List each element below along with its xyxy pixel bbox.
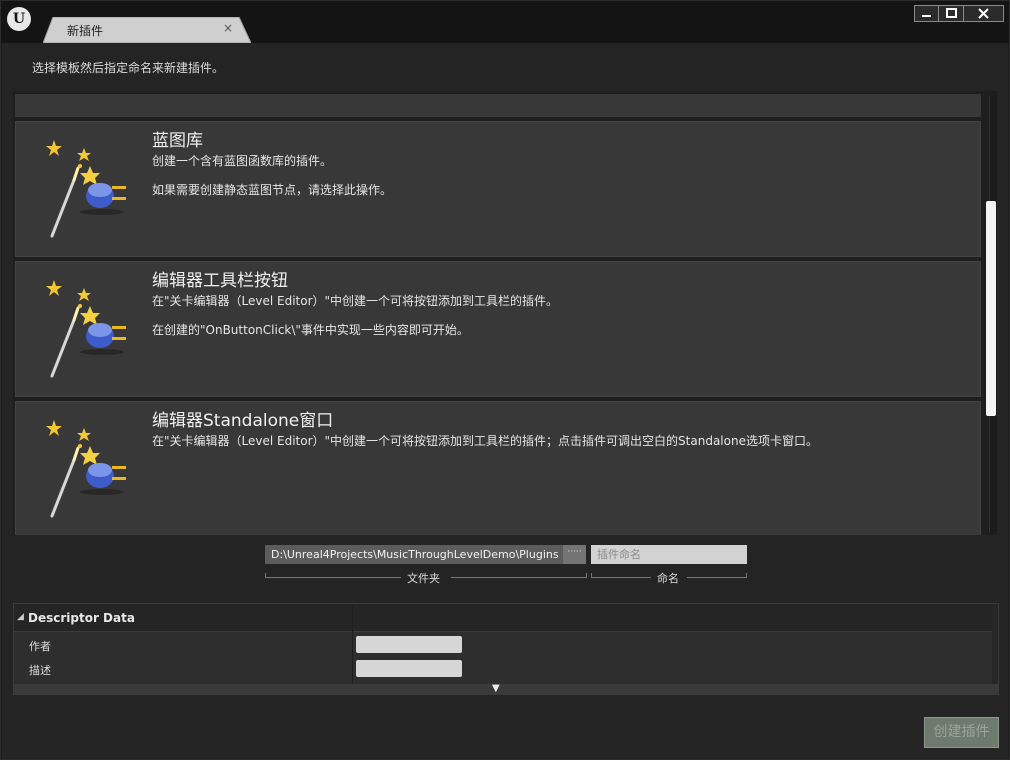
divider bbox=[687, 577, 747, 578]
maximize-button[interactable] bbox=[939, 5, 964, 22]
divider bbox=[451, 577, 587, 578]
author-label: 作者 bbox=[29, 640, 51, 653]
template-list-scrollbar-thumb[interactable] bbox=[986, 201, 996, 416]
tab-close-icon[interactable]: × bbox=[223, 21, 233, 35]
plugin-folder-path[interactable]: D:\Unreal4Projects\MusicThroughLevelDemo… bbox=[265, 545, 563, 564]
minimize-button[interactable] bbox=[914, 5, 939, 22]
descriptor-scrollbar[interactable] bbox=[992, 604, 998, 684]
magic-wand-plugin-icon bbox=[46, 280, 126, 379]
template-title: 蓝图库 bbox=[152, 131, 203, 151]
divider bbox=[591, 577, 651, 578]
template-list: 蓝图库 创建一个含有蓝图函数库的插件。 如果需要创建静态蓝图节点，请选择此操作。… bbox=[13, 91, 997, 535]
window-controls bbox=[914, 5, 1004, 22]
template-description: 在"关卡编辑器（Level Editor）"中创建一个可将按钮添加到工具栏的插件… bbox=[152, 434, 818, 448]
minimize-icon bbox=[922, 15, 931, 17]
plugin-name-input[interactable] bbox=[591, 545, 747, 564]
collapse-arrow-icon[interactable]: ◢ bbox=[17, 612, 24, 622]
close-button[interactable] bbox=[964, 5, 1004, 22]
descriptor-data-title: Descriptor Data bbox=[28, 611, 135, 625]
divider bbox=[586, 573, 587, 578]
template-description-extra: 在创建的"OnButtonClick\"事件中实现一些内容即可开始。 bbox=[152, 323, 469, 337]
divider bbox=[265, 577, 401, 578]
tab-title: 新插件 bbox=[67, 24, 104, 38]
descriptor-data-header[interactable]: ◢ Descriptor Data bbox=[14, 604, 998, 632]
divider bbox=[746, 573, 747, 578]
folder-label: 文件夹 bbox=[407, 572, 440, 585]
browse-folder-button[interactable]: ····· bbox=[563, 545, 586, 564]
descriptor-data-panel: ◢ Descriptor Data 作者 描述 ▼ bbox=[13, 603, 999, 695]
expand-down-icon[interactable]: ▼ bbox=[492, 684, 500, 694]
template-description: 创建一个含有蓝图函数库的插件。 bbox=[152, 154, 333, 168]
template-title: 编辑器工具栏按钮 bbox=[152, 271, 288, 291]
description-input[interactable] bbox=[356, 660, 462, 677]
column-divider[interactable] bbox=[352, 604, 353, 684]
new-plugin-window: U 新插件 × 选择模板然后指定命名来新建插件。 蓝图库 创建一个含有蓝图函数库… bbox=[0, 0, 1010, 760]
title-bar: U 新插件 × bbox=[1, 1, 1009, 43]
name-label: 命名 bbox=[657, 572, 679, 585]
template-title: 编辑器Standalone窗口 bbox=[152, 411, 334, 431]
tab-new-plugin[interactable]: 新插件 × bbox=[43, 17, 251, 43]
instruction-text: 选择模板然后指定命名来新建插件。 bbox=[32, 61, 225, 75]
template-tile-editor-standalone-window[interactable]: 编辑器Standalone窗口 在"关卡编辑器（Level Editor）"中创… bbox=[15, 401, 981, 535]
magic-wand-plugin-icon bbox=[46, 420, 126, 519]
description-label: 描述 bbox=[29, 664, 51, 677]
template-tile-partial[interactable] bbox=[15, 94, 981, 117]
author-input[interactable] bbox=[356, 636, 462, 653]
template-description: 在"关卡编辑器（Level Editor）"中创建一个可将按钮添加到工具栏的插件… bbox=[152, 294, 559, 308]
magic-wand-plugin-icon bbox=[46, 140, 126, 239]
template-tile-blueprint-library[interactable]: 蓝图库 创建一个含有蓝图函数库的插件。 如果需要创建静态蓝图节点，请选择此操作。 bbox=[15, 121, 981, 257]
close-icon bbox=[978, 8, 989, 19]
maximize-icon bbox=[945, 8, 957, 18]
template-tile-editor-toolbar-button[interactable]: 编辑器工具栏按钮 在"关卡编辑器（Level Editor）"中创建一个可将按钮… bbox=[15, 261, 981, 397]
template-description-extra: 如果需要创建静态蓝图节点，请选择此操作。 bbox=[152, 183, 393, 197]
unreal-logo-icon: U bbox=[7, 7, 31, 31]
show-advanced-bar[interactable]: ▼ bbox=[14, 684, 998, 694]
create-plugin-button[interactable]: 创建插件 bbox=[924, 717, 999, 748]
